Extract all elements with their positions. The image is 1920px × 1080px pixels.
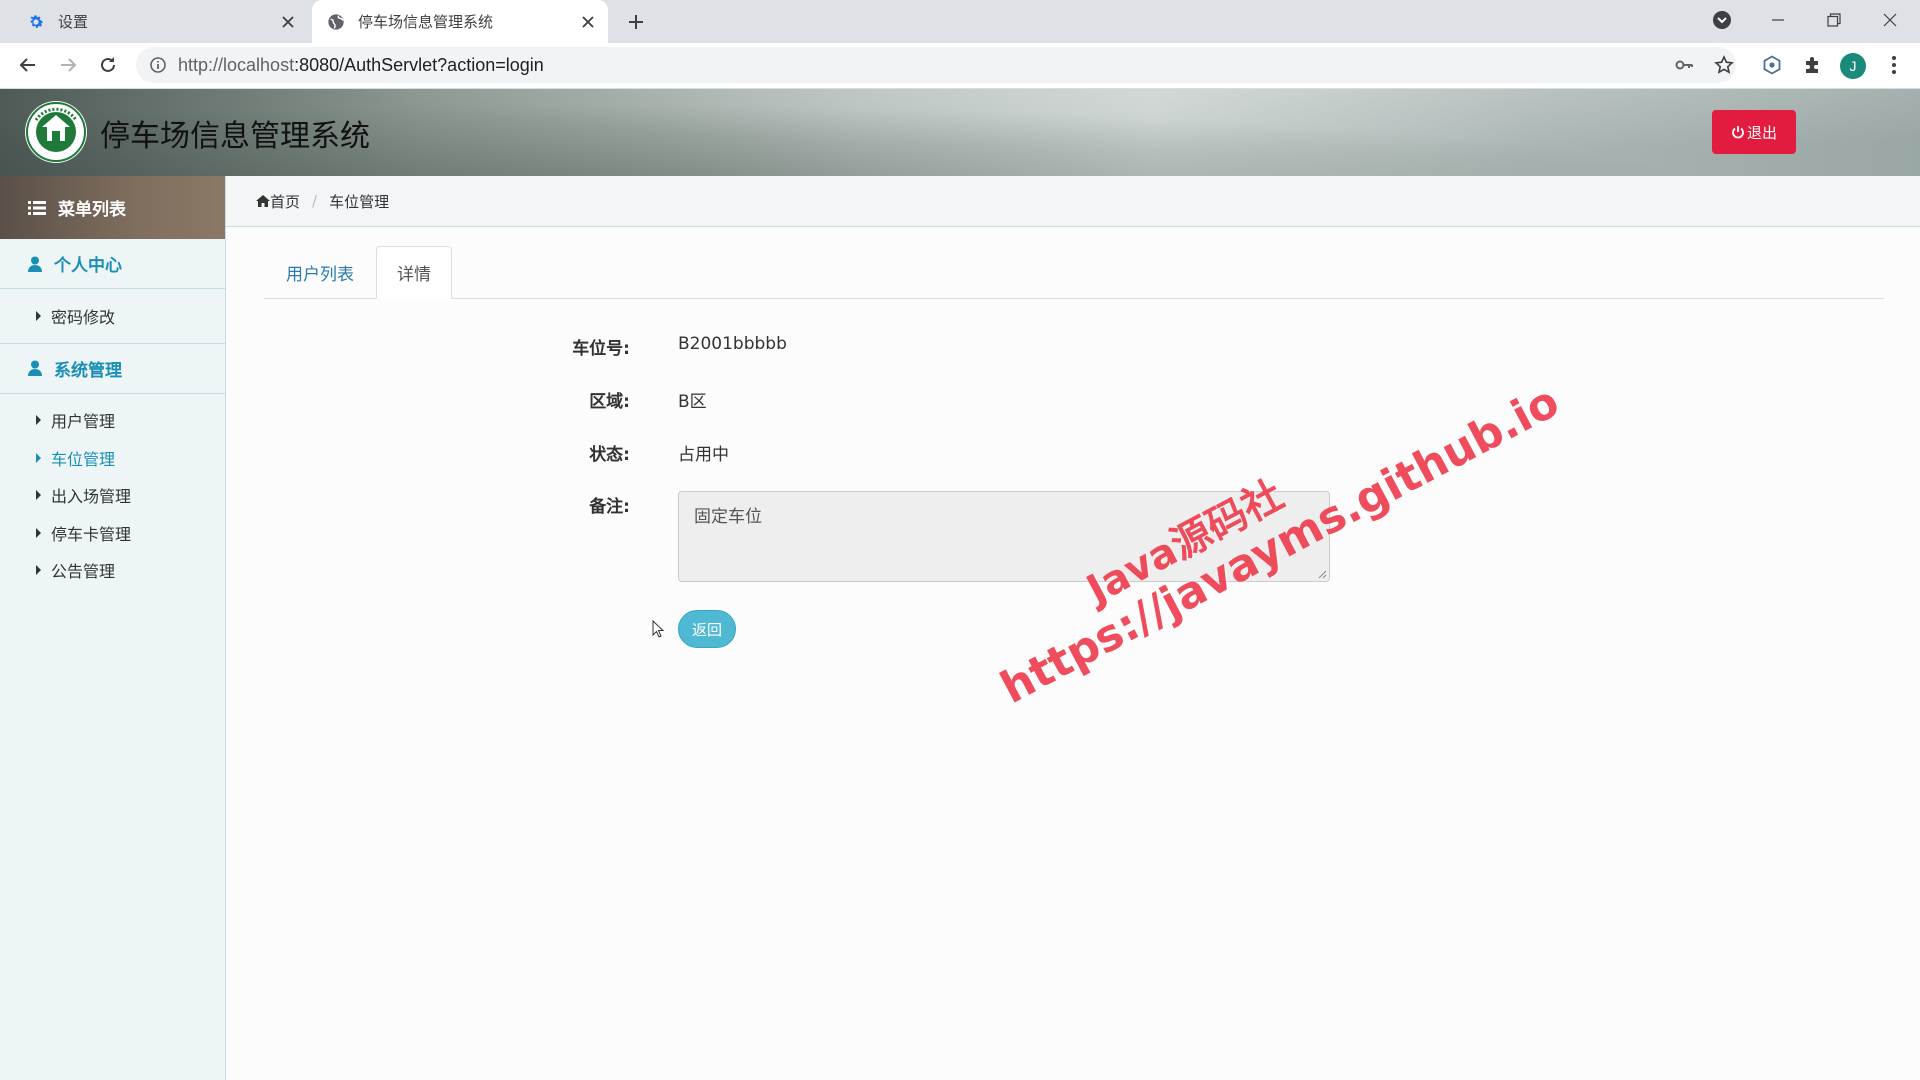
gear-icon <box>26 12 46 32</box>
space-no-value: B2001bbbbb <box>678 334 787 354</box>
status-value: 占用中 <box>678 445 729 465</box>
caret-right-icon <box>36 565 41 576</box>
area-label: 区域: <box>589 392 630 412</box>
sidebar: 菜单列表 个人中心 密码修改 系统管理 用户管理 车位管理 出入场管理 停车卡管… <box>0 176 226 1080</box>
group-title-label: 个人中心 <box>54 256 122 276</box>
sidebar-group-personal[interactable]: 个人中心 <box>0 239 225 289</box>
profile-avatar[interactable]: J <box>1840 53 1866 79</box>
sidebar-group-items: 密码修改 <box>0 289 225 344</box>
info-icon[interactable] <box>148 55 168 75</box>
sidebar-item-label: 密码修改 <box>51 307 116 327</box>
logout-button[interactable]: 退出 <box>1712 110 1796 154</box>
user-icon <box>28 256 42 272</box>
sidebar-item-announcements[interactable]: 公告管理 <box>0 552 225 590</box>
remark-value: 固定车位 <box>694 507 762 527</box>
status-label: 状态: <box>589 445 630 465</box>
back-button[interactable]: 返回 <box>678 610 736 648</box>
key-icon[interactable] <box>1668 49 1700 81</box>
tab-user-list[interactable]: 用户列表 <box>264 246 376 298</box>
kebab-menu-icon[interactable] <box>1878 49 1910 81</box>
caret-right-icon <box>36 490 41 501</box>
caret-right-icon <box>36 415 41 426</box>
app-title: 停车场信息管理系统 <box>100 119 370 154</box>
url-host: http://localhost <box>178 55 295 75</box>
breadcrumb-separator: / <box>312 192 318 210</box>
tab-search-icon[interactable] <box>1694 0 1750 40</box>
url-rest: :8080/AuthServlet?action=login <box>294 55 544 75</box>
caret-right-icon <box>36 452 41 463</box>
minimize-icon[interactable] <box>1750 0 1806 40</box>
space-no-label: 车位号: <box>572 339 630 359</box>
tab-title: 设置 <box>58 13 89 31</box>
sidebar-group-system[interactable]: 系统管理 <box>0 344 225 394</box>
menu-header: 菜单列表 <box>0 176 225 239</box>
group-title-label: 系统管理 <box>54 360 122 381</box>
sidebar-item-parking-cards[interactable]: 停车卡管理 <box>0 514 225 552</box>
extensions-puzzle-icon[interactable] <box>1796 49 1828 81</box>
sidebar-group-items: 用户管理 车位管理 出入场管理 停车卡管理 公告管理 <box>0 394 225 598</box>
university-logo-icon <box>24 100 88 164</box>
browser-tab-app[interactable]: 停车场信息管理系统 <box>312 0 608 43</box>
area-value: B区 <box>678 392 707 412</box>
list-icon <box>28 200 46 215</box>
browser-tab-strip: 设置 停车场信息管理系统 <box>0 0 1920 43</box>
power-icon <box>1731 125 1745 139</box>
browser-tab-settings[interactable]: 设置 <box>8 0 308 43</box>
home-icon <box>256 195 270 207</box>
tab-detail[interactable]: 详情 <box>376 246 452 299</box>
address-bar[interactable]: http://localhost:8080/AuthServlet?action… <box>136 47 1736 83</box>
back-arrow-icon[interactable] <box>12 49 44 81</box>
remark-label: 备注: <box>589 497 630 517</box>
sidebar-item-users[interactable]: 用户管理 <box>0 402 225 440</box>
logout-label: 退出 <box>1746 123 1777 142</box>
page-tabs: 用户列表 详情 <box>264 246 1884 299</box>
resize-grip-icon[interactable] <box>1317 569 1327 579</box>
mouse-cursor-icon <box>652 620 664 638</box>
user-icon <box>28 360 42 376</box>
browser-toolbar: http://localhost:8080/AuthServlet?action… <box>0 43 1920 89</box>
sidebar-item-label: 出入场管理 <box>51 487 132 507</box>
sidebar-item-label: 停车卡管理 <box>51 524 132 544</box>
breadcrumb: 首页 / 车位管理 <box>226 176 1920 227</box>
app-header: 停车场信息管理系统 退出 <box>0 89 1920 176</box>
globe-icon <box>326 12 346 32</box>
restore-icon[interactable] <box>1806 0 1862 40</box>
forward-arrow-icon[interactable] <box>52 49 84 81</box>
breadcrumb-home-label: 首页 <box>270 192 301 211</box>
close-icon[interactable] <box>574 8 602 36</box>
caret-right-icon <box>36 310 41 321</box>
new-tab-plus-icon[interactable] <box>622 8 650 36</box>
menu-header-label: 菜单列表 <box>58 200 126 220</box>
sidebar-item-label: 用户管理 <box>51 412 116 432</box>
close-icon[interactable] <box>274 8 302 36</box>
sidebar-item-label: 车位管理 <box>51 449 116 469</box>
close-window-icon[interactable] <box>1862 0 1918 40</box>
sidebar-item-parking-spaces[interactable]: 车位管理 <box>0 439 225 477</box>
breadcrumb-current: 车位管理 <box>329 192 390 211</box>
extension-hexagon-icon[interactable] <box>1756 49 1788 81</box>
sidebar-item-password[interactable]: 密码修改 <box>0 297 225 335</box>
reload-icon[interactable] <box>92 49 124 81</box>
url-text: http://localhost:8080/AuthServlet?action… <box>178 47 544 83</box>
tab-title: 停车场信息管理系统 <box>358 13 494 31</box>
sidebar-item-entry-exit[interactable]: 出入场管理 <box>0 477 225 515</box>
breadcrumb-home[interactable]: 首页 <box>256 191 300 212</box>
remark-textarea[interactable]: 固定车位 <box>678 491 1330 582</box>
caret-right-icon <box>36 527 41 538</box>
sidebar-item-label: 公告管理 <box>51 562 116 582</box>
bookmark-star-icon[interactable] <box>1708 49 1740 81</box>
